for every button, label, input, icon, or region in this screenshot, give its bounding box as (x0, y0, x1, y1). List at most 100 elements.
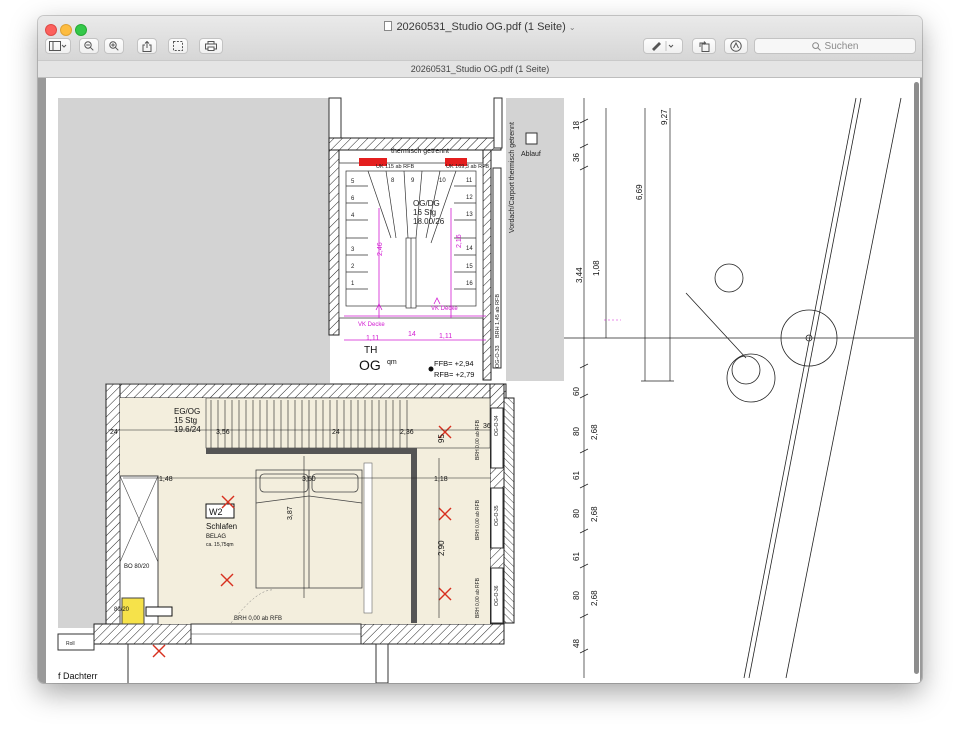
floor-plan-drawing: thermisch getrennt UK 115 ab RFB UK 169,… (57, 97, 916, 683)
document-icon (384, 21, 393, 31)
vk-decke-1: VK Decke (358, 322, 385, 328)
room-og-label: OG (359, 357, 381, 373)
pdf-page[interactable]: thermisch getrennt UK 115 ab RFB UK 169,… (46, 78, 920, 683)
og-window-35: OG-O-35 (494, 505, 500, 526)
title-bar[interactable]: 20260531_Studio OG.pdf (1 Seite) ⌄ Suche… (38, 16, 922, 60)
dim-268a: 2,68 (590, 424, 599, 440)
room-area: ca. 15,75qm (206, 542, 234, 548)
dim-14: 14 (408, 331, 416, 338)
uk-label-2: UK 169,3 ab RFB (446, 164, 489, 170)
dim-111b: 1,11 (439, 333, 452, 340)
dim-61b: 61 (572, 552, 581, 561)
dim-344: 3,44 (575, 267, 584, 283)
print-button[interactable] (199, 38, 223, 54)
dim-60: 60 (572, 387, 581, 396)
stair-eg-og-title: EG/OG (174, 407, 200, 416)
zoom-out-button[interactable] (79, 38, 99, 54)
window-w2-label: W2 (209, 507, 223, 517)
dim-80a: 80 (572, 427, 581, 436)
dim-48: 48 (572, 639, 581, 648)
og-window-36: OG-O-36 (494, 585, 500, 606)
dim-246: 2,46 (377, 242, 384, 256)
thermisch-label: thermisch getrennt (391, 148, 449, 155)
svg-text:12: 12 (466, 195, 473, 201)
annotate-icon (730, 40, 742, 52)
double-bed (255, 469, 363, 589)
dim-268b: 2,68 (590, 506, 599, 522)
rfb-label: RFB= +2,79 (434, 370, 474, 379)
share-button[interactable] (137, 38, 157, 54)
vertical-scrollbar[interactable] (914, 82, 919, 674)
uk-label-1: UK 115 ab RFB (376, 164, 414, 170)
dim-24b: 24 (332, 429, 340, 436)
dim-356: 3,56 (216, 429, 230, 436)
annotate-button[interactable] (724, 38, 748, 54)
stair-eg-og-steps: 15 Stg (174, 416, 197, 425)
stair-og-dg-title: OG/DG (413, 199, 440, 208)
preview-window: 20260531_Studio OG.pdf (1 Seite) ⌄ Suche… (38, 16, 922, 683)
dim-24a: 24 (110, 429, 118, 436)
room-th-label: TH (364, 345, 377, 356)
zoom-out-icon (84, 41, 94, 51)
stair-og-dg-dim: 18.00/26 (413, 217, 445, 226)
dachterrasse-label: f Dachterr (58, 671, 98, 681)
selection-icon (173, 41, 183, 51)
dim-236: 2,36 (400, 429, 414, 436)
room-floor: BELAG (206, 534, 226, 540)
dim-36b: 36 (572, 153, 581, 162)
rotate-icon (699, 40, 710, 52)
document-viewer[interactable]: thermisch getrennt UK 115 ab RFB UK 169,… (38, 78, 922, 683)
dim-80b: 80 (572, 509, 581, 518)
svg-text:11: 11 (466, 178, 473, 184)
sidebar-icon (49, 41, 67, 51)
selection-button[interactable] (168, 38, 188, 54)
dim-36: 36 (483, 423, 491, 430)
bo-label: BO 80/20 (124, 564, 150, 570)
bo-label-2: 80/20 (114, 607, 130, 613)
dim-927: 9,27 (660, 109, 669, 125)
markup-button[interactable] (643, 38, 683, 54)
dim-669: 6,69 (635, 184, 644, 200)
room-og-sup: qm (387, 359, 397, 366)
dim-18: 18 (572, 121, 581, 130)
dim-216: 2,16 (456, 234, 463, 248)
zoom-in-icon (109, 41, 119, 51)
dim-350: 3,50 (302, 476, 316, 483)
brh-side-1: BRH 0,00 ab RFB (475, 419, 481, 460)
dim-290: 2,90 (437, 540, 446, 556)
rotate-button[interactable] (692, 38, 716, 54)
dim-118: 1,18 (434, 476, 448, 483)
dim-268c: 2,68 (590, 590, 599, 606)
svg-text:15: 15 (466, 264, 473, 270)
search-icon (811, 41, 821, 51)
og-window-33: OG-O-33 (495, 345, 501, 368)
gray-area-left (58, 98, 330, 383)
og-window-34: OG-O-34 (494, 415, 500, 436)
dim-387: 3,87 (287, 506, 294, 520)
dim-111a: 1,11 (366, 335, 379, 342)
stair-eg-og-dim: 19.6/24 (174, 425, 201, 434)
search-field[interactable]: Suchen (754, 38, 916, 54)
dim-955: 95 (437, 434, 446, 443)
zoom-in-button[interactable] (104, 38, 124, 54)
dim-61a: 61 (572, 471, 581, 480)
window-title[interactable]: 20260531_Studio OG.pdf (1 Seite) ⌄ (38, 21, 922, 33)
svg-text:14: 14 (466, 246, 473, 252)
sidebar-button[interactable] (45, 38, 71, 54)
site-elements (685, 97, 902, 679)
roll-label: Roll (66, 641, 75, 647)
dim-148: 1,48 (159, 476, 173, 483)
brh-side-2: BRH 0,00 ab RFB (475, 499, 481, 540)
svg-text:16: 16 (466, 281, 473, 287)
chevron-down-icon: ⌄ (568, 23, 576, 32)
svg-text:13: 13 (466, 212, 473, 218)
dim-108: 1,08 (592, 260, 601, 276)
stair-og-dg-steps: 16 Stg (413, 208, 436, 217)
brh-side-3: BRH 0,00 ab RFB (475, 577, 481, 618)
window-title-text: 20260531_Studio OG.pdf (1 Seite) (396, 21, 566, 33)
svg-text:10: 10 (439, 178, 446, 184)
print-icon (205, 41, 217, 51)
share-icon (142, 40, 152, 52)
search-placeholder: Suchen (824, 40, 859, 52)
room-name: Schlafen (206, 522, 237, 531)
